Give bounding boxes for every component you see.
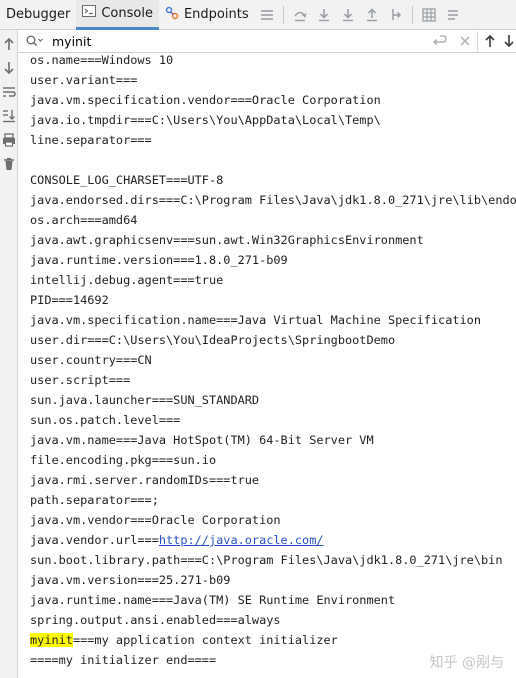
console-line-prefix: java.vendor.url=== xyxy=(30,533,159,547)
console-line: java.vm.vendor===Oracle Corporation xyxy=(30,513,281,527)
console-output[interactable]: os.name===Windows 10 user.variant=== jav… xyxy=(18,53,516,678)
arrow-up-icon[interactable] xyxy=(0,32,18,56)
console-left-toolbar xyxy=(0,30,18,678)
console-line-rest: ===my application context initializer xyxy=(72,633,338,647)
console-line: user.dir===C:\Users\You\IdeaProjects\Spr… xyxy=(30,333,396,347)
console-line: sun.os.patch.level=== xyxy=(30,413,181,427)
console-line: user.variant=== xyxy=(30,73,138,87)
scroll-to-end-icon[interactable] xyxy=(0,104,18,128)
console-line: ====my initializer end==== xyxy=(30,653,217,667)
console-line-vendor-url: java.vendor.url===http://java.oracle.com… xyxy=(30,530,324,550)
console-line: user.country===CN xyxy=(30,353,152,367)
tab-debugger-label: Debugger xyxy=(6,7,71,22)
console-line: os.name===Windows 10 xyxy=(30,53,174,67)
regex-toggle-icon[interactable] xyxy=(427,35,453,47)
console-line: line.separator=== xyxy=(30,133,152,147)
menu-lines-icon[interactable] xyxy=(255,0,279,30)
console-line: path.separator===; xyxy=(30,493,159,507)
console-line: java.io.tmpdir===C:\Users\You\AppData\Lo… xyxy=(30,113,381,127)
console-line: java.rmi.server.randomIDs===true xyxy=(30,473,260,487)
console-line: java.runtime.name===Java(TM) SE Runtime … xyxy=(30,593,396,607)
print-icon[interactable] xyxy=(0,128,18,152)
console-line: java.endorsed.dirs===C:\Program Files\Ja… xyxy=(30,193,516,207)
evaluate-expression-icon[interactable] xyxy=(417,0,441,30)
tab-endpoints[interactable]: Endpoints xyxy=(159,0,255,30)
console-line: user.script=== xyxy=(30,373,131,387)
toolbar-divider xyxy=(282,5,284,24)
watermark-text: 知乎 @剐与 xyxy=(429,655,504,671)
tab-debugger[interactable]: Debugger xyxy=(0,0,76,30)
console-line: java.vm.specification.vendor===Oracle Co… xyxy=(30,93,381,107)
tab-endpoints-label: Endpoints xyxy=(183,7,249,22)
console-icon xyxy=(82,5,97,21)
search-match-highlight: myinit xyxy=(30,633,73,647)
console-search-bar xyxy=(18,30,516,53)
search-input[interactable] xyxy=(52,33,392,49)
step-out-icon[interactable] xyxy=(360,0,384,30)
console-line: java.awt.graphicsenv===sun.awt.Win32Grap… xyxy=(30,233,424,247)
tab-console-label: Console xyxy=(101,5,153,21)
search-icon[interactable] xyxy=(26,35,44,47)
console-line: java.runtime.version===1.8.0_271-b09 xyxy=(30,253,288,267)
arrow-down-icon[interactable] xyxy=(0,56,18,80)
soft-wrap-icon[interactable] xyxy=(0,80,18,104)
console-line: intellij.debug.agent===true xyxy=(30,273,224,287)
console-line: java.vm.version===25.271-b09 xyxy=(30,573,231,587)
vendor-url-link[interactable]: http://java.oracle.com/ xyxy=(159,533,324,547)
search-field[interactable] xyxy=(18,30,478,52)
force-step-into-icon[interactable] xyxy=(336,0,360,30)
previous-match-icon[interactable] xyxy=(478,34,502,48)
tool-window-tabbar: Debugger Console Endpoints xyxy=(0,0,516,30)
tab-console[interactable]: Console xyxy=(76,0,159,30)
clear-all-trash-icon[interactable] xyxy=(0,152,18,176)
console-line: CONSOLE_LOG_CHARSET===UTF-8 xyxy=(30,173,224,187)
run-to-cursor-icon[interactable] xyxy=(384,0,408,30)
clear-search-icon[interactable] xyxy=(453,36,477,46)
console-line-search-match: myinit===my application context initiali… xyxy=(30,630,338,650)
console-line: spring.output.ansi.enabled===always xyxy=(30,613,281,627)
console-line: java.vm.specification.name===Java Virtua… xyxy=(30,313,482,327)
endpoints-icon xyxy=(165,6,179,24)
next-match-icon[interactable] xyxy=(502,34,516,48)
toolbar-divider xyxy=(411,5,413,24)
console-line: sun.boot.library.path===C:\Program Files… xyxy=(30,553,503,567)
console-line: file.encoding.pkg===sun.io xyxy=(30,453,217,467)
trace-stream-icon[interactable] xyxy=(441,0,465,30)
console-line: PID===14692 xyxy=(30,293,109,307)
console-line: java.vm.name===Java HotSpot(TM) 64-Bit S… xyxy=(30,433,374,447)
step-over-icon[interactable] xyxy=(288,0,312,30)
console-line: os.arch===amd64 xyxy=(30,213,138,227)
step-into-icon[interactable] xyxy=(312,0,336,30)
console-line: sun.java.launcher===SUN_STANDARD xyxy=(30,393,260,407)
